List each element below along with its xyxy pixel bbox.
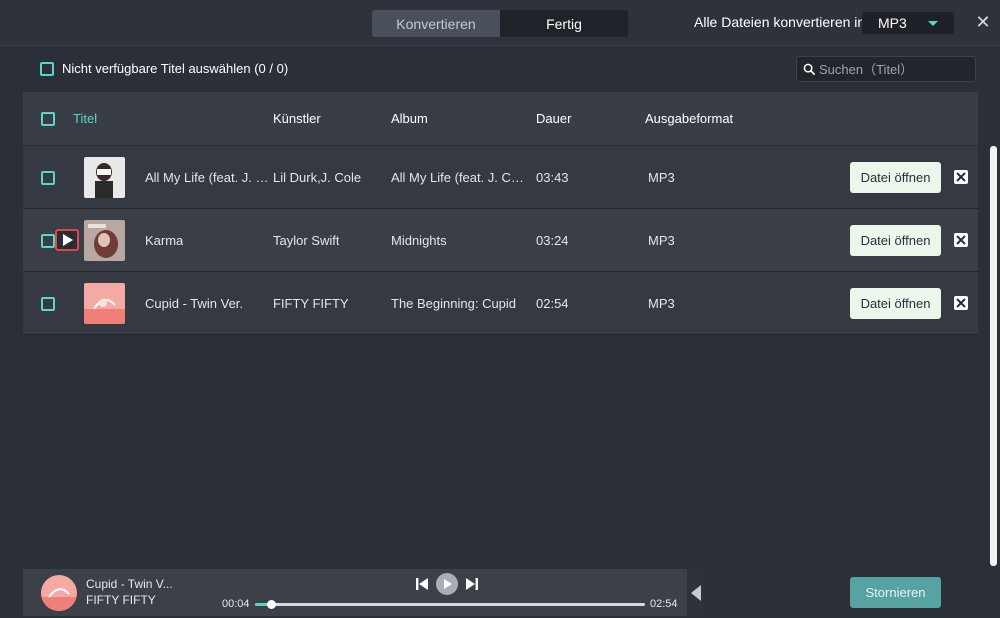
search-input[interactable]: [819, 61, 969, 77]
table-row[interactable]: Cupid - Twin Ver. FIFTY FIFTY The Beginn…: [23, 272, 978, 335]
table-header: Titel Künstler Album Dauer Ausgabeformat: [23, 92, 978, 146]
track-format: MP3: [648, 296, 675, 311]
track-album: The Beginning: Cupid: [391, 296, 517, 311]
mini-player: Cupid - Twin V... FIFTY FIFTY 00:04 02:5…: [23, 569, 687, 616]
track-artist: FIFTY FIFTY: [273, 296, 349, 311]
delete-icon[interactable]: [954, 296, 968, 310]
track-format: MP3: [648, 233, 675, 248]
tab-convert[interactable]: Konvertieren: [372, 10, 500, 37]
progress-slider[interactable]: [255, 600, 645, 609]
collapse-player-icon[interactable]: [687, 569, 705, 616]
select-unavailable-checkbox[interactable]: [40, 61, 54, 76]
open-file-button[interactable]: Datei öffnen: [850, 288, 941, 319]
view-tabs: Konvertieren Fertig: [372, 10, 628, 37]
delete-icon[interactable]: [954, 233, 968, 247]
delete-icon[interactable]: [954, 170, 968, 184]
table-row[interactable]: Karma Taylor Swift Midnights 03:24 MP3 D…: [23, 209, 978, 272]
track-artist: Lil Durk,J. Cole: [273, 170, 362, 185]
output-format-value: MP3: [878, 15, 907, 31]
select-unavailable-row: Nicht verfügbare Titel auswählen (0 / 0): [40, 61, 288, 76]
progress-knob[interactable]: [266, 600, 276, 609]
track-duration: 02:54: [536, 296, 569, 311]
play-pause-button[interactable]: [436, 573, 458, 595]
cancel-button[interactable]: Stornieren: [850, 577, 941, 608]
close-icon[interactable]: ✕: [973, 12, 993, 32]
player-cover: [41, 575, 77, 611]
next-icon[interactable]: [465, 577, 479, 591]
chevron-down-icon: [928, 21, 938, 26]
scrollbar-thumb[interactable]: [990, 146, 997, 566]
row-checkbox[interactable]: [41, 234, 55, 248]
output-format-select[interactable]: MP3: [862, 12, 954, 34]
player-artist: FIFTY FIFTY: [86, 593, 156, 607]
player-controls: [415, 573, 479, 595]
track-title: Karma: [145, 233, 184, 248]
play-icon[interactable]: [55, 229, 79, 251]
album-cover: [84, 220, 125, 261]
track-album: All My Life (feat. J. Cole): [391, 170, 531, 185]
current-time: 00:04: [222, 598, 250, 610]
track-album: Midnights: [391, 233, 447, 248]
track-title: All My Life (feat. J. Cole): [145, 170, 269, 185]
track-duration: 03:24: [536, 233, 569, 248]
search-box[interactable]: [796, 56, 976, 82]
open-file-button[interactable]: Datei öffnen: [850, 225, 941, 256]
select-unavailable-label: Nicht verfügbare Titel auswählen (0 / 0): [62, 61, 289, 76]
album-cover: [84, 157, 125, 198]
column-header-duration: Dauer: [536, 111, 572, 126]
player-title: Cupid - Twin V...: [86, 577, 173, 591]
previous-icon[interactable]: [415, 577, 429, 591]
tracks-table: Titel Künstler Album Dauer Ausgabeformat…: [23, 92, 978, 335]
select-all-checkbox[interactable]: [41, 112, 55, 126]
album-cover: [84, 283, 125, 324]
column-header-format: Ausgabeformat: [645, 111, 734, 126]
row-checkbox[interactable]: [41, 171, 55, 185]
converter-window: Konvertieren Fertig Alle Dateien konvert…: [0, 0, 1000, 618]
open-file-button[interactable]: Datei öffnen: [850, 162, 941, 193]
row-checkbox[interactable]: [41, 297, 55, 311]
table-row[interactable]: All My Life (feat. J. Cole) Lil Durk,J. …: [23, 146, 978, 209]
track-artist: Taylor Swift: [273, 233, 340, 248]
column-header-album: Album: [391, 111, 428, 126]
track-format: MP3: [648, 170, 675, 185]
column-header-artist: Künstler: [273, 111, 321, 126]
track-title: Cupid - Twin Ver.: [145, 296, 244, 311]
track-duration: 03:43: [536, 170, 569, 185]
search-icon: [803, 63, 816, 75]
tab-finished[interactable]: Fertig: [500, 10, 628, 37]
convert-all-label: Alle Dateien konvertieren in :: [694, 14, 873, 30]
total-time: 02:54: [650, 598, 678, 610]
top-bar: Konvertieren Fertig Alle Dateien konvert…: [0, 0, 1000, 46]
column-header-title[interactable]: Titel: [73, 111, 97, 126]
